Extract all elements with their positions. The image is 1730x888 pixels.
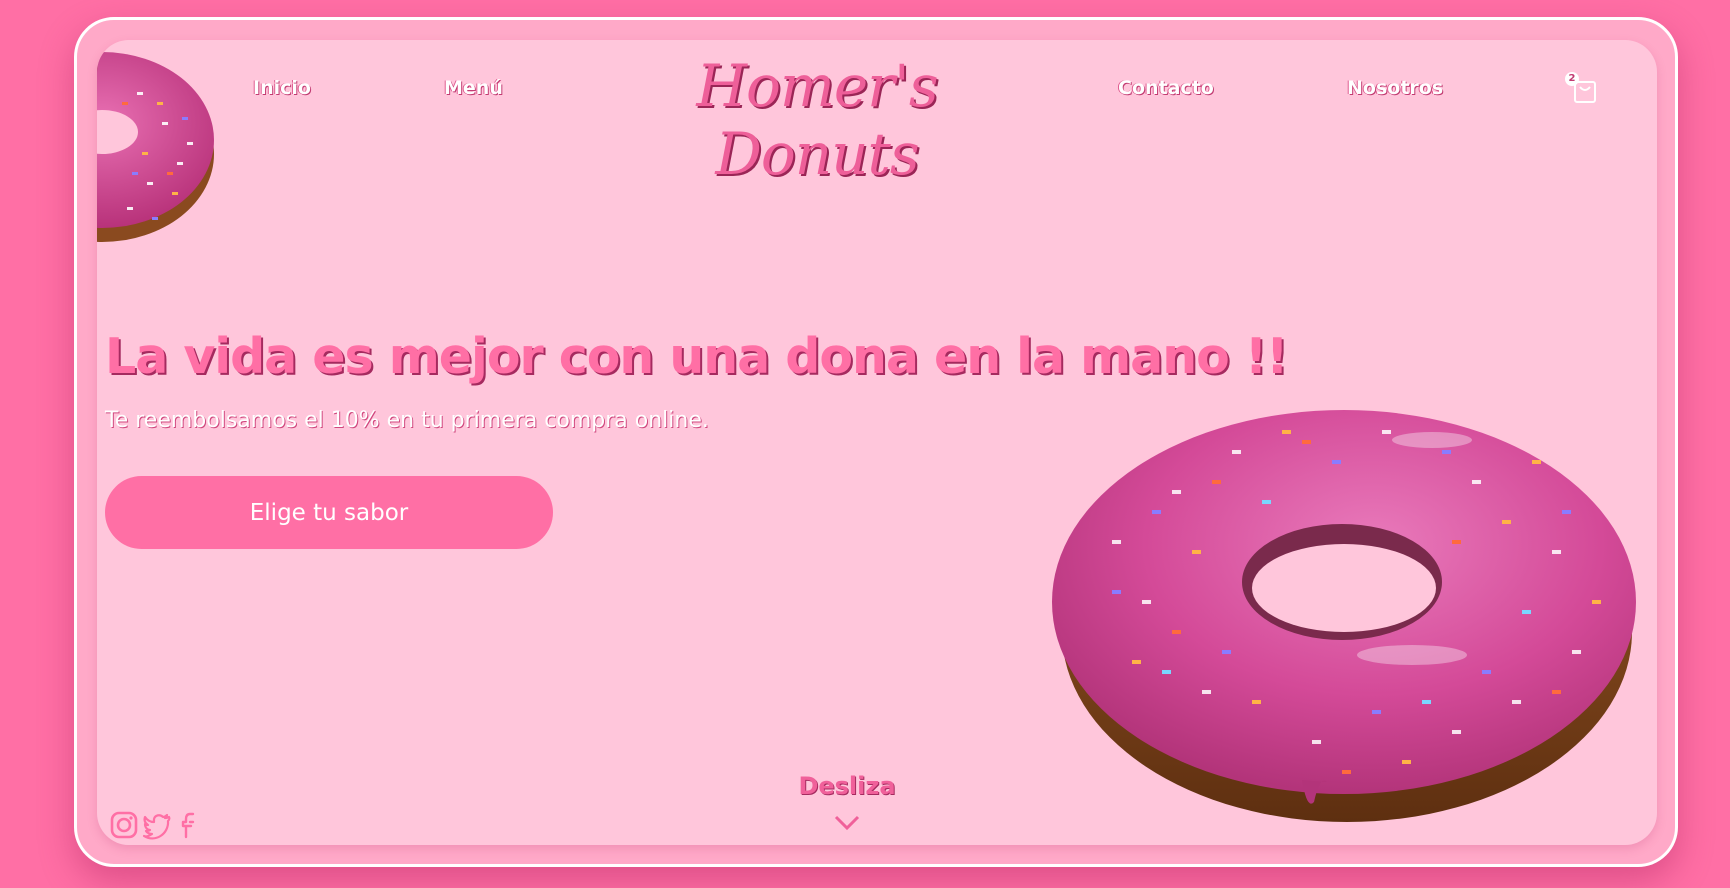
brand-logo[interactable]: Homer's Donuts	[637, 52, 997, 188]
chevron-down-icon[interactable]	[834, 815, 860, 831]
instagram-icon[interactable]	[109, 810, 139, 840]
hero-card: Inicio Menú Homer's Donuts Contacto Noso…	[97, 40, 1657, 845]
twitter-icon[interactable]	[142, 810, 172, 840]
nav-link-menu[interactable]: Menú	[444, 77, 503, 99]
cart-count-badge: 2	[1565, 72, 1579, 86]
donut-large-image	[1052, 410, 1636, 822]
donut-small-image	[97, 52, 214, 242]
facebook-icon[interactable]	[175, 810, 205, 840]
hero-subtitle: Te reembolsamos el 10% en tu primera com…	[105, 408, 709, 433]
nav-link-nosotros[interactable]: Nosotros	[1347, 77, 1443, 99]
nav-link-inicio[interactable]: Inicio	[253, 77, 311, 99]
choose-flavor-button[interactable]: Elige tu sabor	[105, 476, 553, 549]
nav-link-contacto[interactable]: Contacto	[1118, 77, 1214, 99]
scroll-hint-label[interactable]: Desliza	[772, 772, 922, 800]
